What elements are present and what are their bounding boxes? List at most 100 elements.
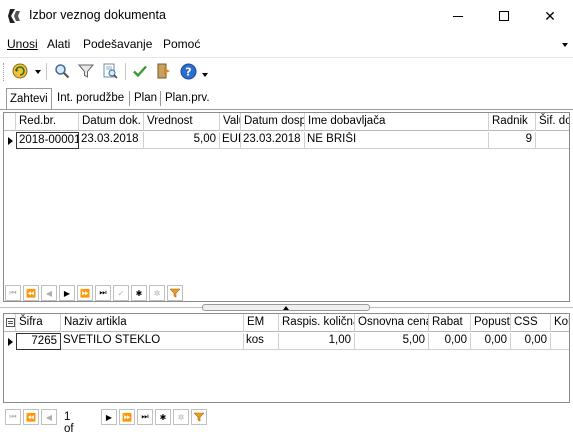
nav-last-button[interactable]: ⏭ <box>137 409 153 425</box>
nav-prev-page-button[interactable]: ⏪ <box>23 409 39 425</box>
col-header-css[interactable]: CSS <box>511 314 551 332</box>
cell-kol[interactable] <box>551 333 569 350</box>
grid-corner <box>4 113 16 131</box>
cell-popust[interactable]: 0,00 <box>471 333 511 350</box>
search-icon <box>55 64 70 79</box>
col-header-datum-dok[interactable]: Datum dok. <box>79 113 144 131</box>
cell-datum-dosp[interactable]: 23.03.2018 <box>241 132 305 149</box>
cell-ime-dobavljaca[interactable]: NE BRIŠI <box>305 132 489 149</box>
title-bar: Izbor veznog dokumenta ✕ <box>0 0 573 32</box>
col-header-popust[interactable]: Popust <box>471 314 511 332</box>
record-counter: 1 of 1 <box>64 411 74 432</box>
cell-radnik[interactable]: 9 <box>489 132 536 149</box>
col-header-sif-dob[interactable]: Šif. do <box>536 113 569 131</box>
cell-sifra[interactable]: 7265 <box>16 333 61 350</box>
nav-edit-button[interactable]: ✓ <box>113 285 129 301</box>
nav-next-button[interactable]: ▶ <box>101 409 117 425</box>
col-header-red-br[interactable]: Red.br. <box>16 113 79 131</box>
nav-prev-button[interactable]: ◀ <box>41 285 57 301</box>
toolbar-grip[interactable] <box>3 63 6 81</box>
panel-splitter[interactable] <box>202 304 370 311</box>
close-icon: ✕ <box>544 7 556 24</box>
nav-next-page-button[interactable]: ⏩ <box>77 285 93 301</box>
requests-grid-header: Red.br. Datum dok. Vrednost Valu Datum d… <box>4 113 569 131</box>
cell-rabat[interactable]: 0,00 <box>429 333 471 350</box>
exit-button[interactable] <box>154 61 174 81</box>
refresh-button[interactable] <box>10 61 30 81</box>
tab-int-porudzbe[interactable]: Int. porudžbe <box>54 89 127 109</box>
col-header-valuta[interactable]: Valu <box>220 113 241 131</box>
cell-raspis-kolicina[interactable]: 1,00 <box>279 333 355 350</box>
cell-osnovna-cena[interactable]: 5,00 <box>355 333 429 350</box>
tab-separator <box>129 91 130 106</box>
col-header-em[interactable]: EM <box>244 314 279 332</box>
tab-plan-prv[interactable]: Plan.prv. <box>162 89 213 109</box>
cell-red-br[interactable]: 2018-00001 <box>16 132 79 149</box>
nav-next-page-button[interactable]: ⏩ <box>119 409 135 425</box>
nav-filter-button[interactable] <box>191 409 207 425</box>
tab-plan[interactable]: Plan <box>131 89 160 109</box>
nav-first-page-button[interactable]: ⏮ <box>5 409 21 425</box>
cell-vrednost[interactable]: 5,00 <box>144 132 220 149</box>
table-row[interactable]: 2018-00001 23.03.2018 5,00 EUR 23.03.201… <box>4 132 569 149</box>
refresh-dropdown-chevron-icon[interactable] <box>35 70 41 74</box>
tab-strip-line <box>0 109 573 110</box>
exit-door-icon <box>157 63 170 79</box>
menu-overflow-chevron-icon[interactable] <box>562 43 568 47</box>
nav-first-page-button[interactable]: ⏮ <box>5 285 21 301</box>
col-header-sifra[interactable]: Šifra <box>16 314 61 332</box>
col-header-osnovna-cena[interactable]: Osnovna cena <box>355 314 429 332</box>
menu-podesavanje[interactable]: Podešavanje <box>83 37 152 51</box>
nav-prev-page-button[interactable]: ⏪ <box>23 285 39 301</box>
col-header-raspis-kolicina[interactable]: Raspis. količna <box>279 314 355 332</box>
toolbar: ? <box>0 57 573 84</box>
cell-datum-dok[interactable]: 23.03.2018 <box>79 132 144 149</box>
nav-clear-button[interactable]: ✲ <box>149 285 165 301</box>
cell-css[interactable]: 0,00 <box>511 333 551 350</box>
cell-naziv-artikla[interactable]: SVETILO STEKLO <box>61 333 244 350</box>
nav-filter-button[interactable] <box>167 285 183 301</box>
row-indicator-icon <box>4 132 16 149</box>
col-header-naziv-artikla[interactable]: Naziv artikla <box>61 314 244 332</box>
close-button[interactable]: ✕ <box>527 0 573 32</box>
minimize-button[interactable] <box>435 0 481 32</box>
maximize-button[interactable] <box>481 0 527 32</box>
menu-podesavanje-label: Podešavanje <box>83 37 153 51</box>
col-header-ime-dobavljaca[interactable]: Ime dobavljača <box>305 113 489 131</box>
nav-last-button[interactable]: ⏭ <box>95 285 111 301</box>
filter-icon <box>170 288 180 298</box>
confirm-button[interactable] <box>130 61 150 81</box>
app-logo-icon <box>8 9 20 23</box>
cell-sif-dob[interactable] <box>536 132 569 149</box>
items-grid[interactable]: Šifra Naziv artikla EM Raspis. količna O… <box>3 313 570 403</box>
col-header-kol[interactable]: Kol <box>551 314 569 332</box>
requests-grid[interactable]: Red.br. Datum dok. Vrednost Valu Datum d… <box>3 112 570 302</box>
help-icon: ? <box>180 63 196 79</box>
col-header-rabat[interactable]: Rabat <box>429 314 471 332</box>
menu-pomoc[interactable]: Pomoć <box>163 37 200 51</box>
nav-clear-button[interactable]: ✲ <box>173 409 189 425</box>
menu-unosi[interactable]: Unosi <box>7 37 38 51</box>
nav-next-button[interactable]: ▶ <box>59 285 75 301</box>
menu-alati[interactable]: Alati <box>47 37 70 51</box>
cell-em[interactable]: kos <box>244 333 279 350</box>
window-title: Izbor veznog dokumenta <box>29 8 166 22</box>
minimize-icon <box>453 15 463 17</box>
nav-new-button[interactable]: ✱ <box>131 285 147 301</box>
help-button[interactable]: ? <box>178 61 198 81</box>
filter-button[interactable] <box>76 61 96 81</box>
col-header-radnik[interactable]: Radnik <box>489 113 536 131</box>
nav-prev-button[interactable]: ◀ <box>41 409 57 425</box>
table-row[interactable]: 7265 SVETILO STEKLO kos 1,00 5,00 0,00 0… <box>4 333 569 350</box>
col-header-datum-dosp[interactable]: Datum dosp <box>241 113 305 131</box>
splitter-chevron-up-icon <box>283 305 289 310</box>
menu-alati-label: Alati <box>47 37 71 51</box>
preview-button[interactable] <box>100 61 120 81</box>
grid-columns-icon[interactable] <box>6 318 15 327</box>
search-button[interactable] <box>52 61 72 81</box>
cell-valuta[interactable]: EUR <box>220 132 241 149</box>
tab-zahtevi[interactable]: Zahtevi <box>6 88 52 109</box>
nav-new-button[interactable]: ✱ <box>155 409 171 425</box>
col-header-vrednost[interactable]: Vrednost <box>144 113 220 131</box>
help-dropdown-chevron-icon[interactable] <box>202 73 208 77</box>
